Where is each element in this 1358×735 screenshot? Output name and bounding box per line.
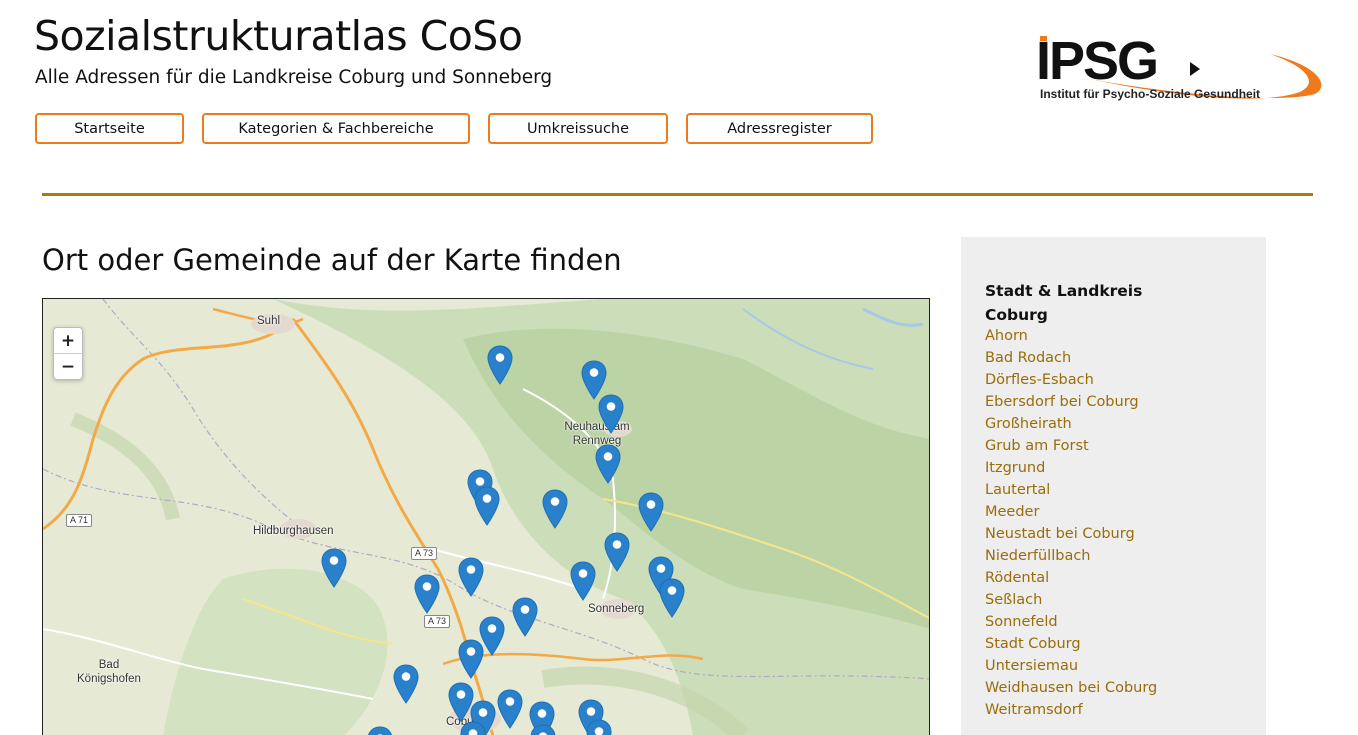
map-marker-pin[interactable] [598, 394, 624, 434]
map-marker-pin[interactable] [458, 639, 484, 679]
municipality-link[interactable]: Rödental [985, 567, 1157, 589]
municipality-link[interactable]: Meeder [985, 501, 1157, 523]
map-marker-pin[interactable] [530, 724, 556, 735]
nav-startseite-button[interactable]: Startseite [35, 113, 184, 144]
road-shield: A 73 [411, 547, 438, 560]
place-label: Bad Königshofen [77, 659, 141, 685]
map-marker-pin[interactable] [458, 557, 484, 597]
municipality-link[interactable]: Untersiemau [985, 655, 1157, 677]
municipality-link[interactable]: Großheirath [985, 413, 1157, 435]
ipsg-logo-mark: IPSG [1036, 31, 1322, 99]
sidebar: Stadt & Landkreis Coburg Ahorn Bad Rodac… [961, 237, 1266, 735]
municipality-link[interactable]: Lautertal [985, 479, 1157, 501]
nav-adressregister-button[interactable]: Adressregister [686, 113, 873, 144]
municipality-link[interactable]: Grub am Forst [985, 435, 1157, 457]
map-marker-pin[interactable] [586, 719, 612, 735]
map-marker-pin[interactable] [659, 578, 685, 618]
map-marker-pin[interactable] [474, 486, 500, 526]
map-marker-pin[interactable] [487, 345, 513, 385]
map-marker-pin[interactable] [497, 689, 523, 729]
municipality-link[interactable]: Stadt Coburg [985, 633, 1157, 655]
map-marker-pin[interactable] [595, 444, 621, 484]
municipality-link[interactable]: Dörfles-Esbach [985, 369, 1157, 391]
zoom-in-button[interactable]: + [54, 328, 82, 353]
map-marker-pin[interactable] [638, 492, 664, 532]
site-subtitle: Alle Adressen für die Landkreise Coburg … [35, 67, 553, 88]
place-label: Hildburghausen [253, 525, 334, 537]
municipality-link[interactable]: Sonnefeld [985, 611, 1157, 633]
map-marker-pin[interactable] [512, 597, 538, 637]
logo-wordmark: IPSG [1036, 31, 1157, 91]
municipality-link[interactable]: Weidhausen bei Coburg [985, 677, 1157, 699]
ipsg-logo[interactable]: IPSG Institut für Psycho-Soziale Gesundh… [1030, 24, 1330, 119]
map-marker-pin[interactable] [604, 532, 630, 572]
map-marker-pin[interactable] [367, 726, 393, 735]
municipality-link[interactable]: Bad Rodach [985, 347, 1157, 369]
map-marker-pin[interactable] [321, 548, 347, 588]
map-marker-pin[interactable] [542, 489, 568, 529]
header-divider [42, 193, 1313, 196]
municipality-link[interactable]: Niederfüllbach [985, 545, 1157, 567]
site-title: Sozialstrukturatlas CoSo [34, 12, 523, 60]
road-shield: A 71 [66, 514, 93, 527]
municipality-link[interactable]: Seßlach [985, 589, 1157, 611]
municipality-link[interactable]: Itzgrund [985, 457, 1157, 479]
municipality-link[interactable]: Ebersdorf bei Coburg [985, 391, 1157, 413]
map[interactable]: Suhl Neuhaus am Rennweg Hildburghausen S… [42, 298, 930, 735]
place-label: Suhl [257, 315, 281, 327]
nav-kategorien-button[interactable]: Kategorien & Fachbereiche [202, 113, 470, 144]
zoom-out-button[interactable]: − [54, 353, 82, 379]
logo-caption: Institut für Psycho-Soziale Gesundheit [1040, 87, 1261, 101]
municipality-link[interactable]: Neustadt bei Coburg [985, 523, 1157, 545]
municipality-list: Ahorn Bad Rodach Dörfles-Esbach Ebersdor… [985, 325, 1157, 721]
sidebar-heading: Stadt & Landkreis Coburg [985, 282, 1143, 324]
road-shield: A 73 [424, 615, 451, 628]
zoom-control: + − [53, 327, 83, 380]
municipality-link[interactable]: Ahorn [985, 325, 1157, 347]
map-marker-pin[interactable] [414, 574, 440, 614]
municipality-link[interactable]: Weitramsdorf [985, 699, 1157, 721]
page-heading: Ort oder Gemeinde auf der Karte finden [42, 243, 622, 277]
map-marker-pin[interactable] [393, 664, 419, 704]
map-marker-pin[interactable] [570, 561, 596, 601]
place-label: Sonneberg [588, 603, 645, 615]
nav-umkreissuche-button[interactable]: Umkreissuche [488, 113, 668, 144]
map-marker-pin[interactable] [460, 721, 486, 735]
